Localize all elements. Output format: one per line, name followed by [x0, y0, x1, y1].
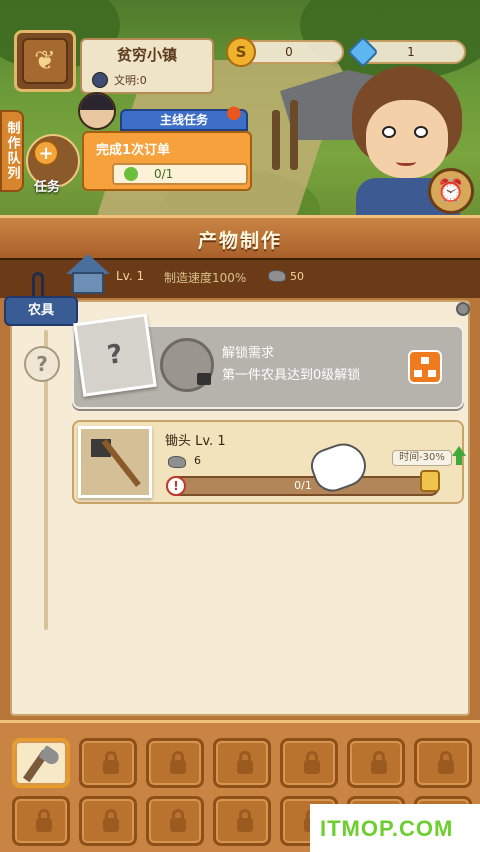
slot-axe[interactable]: [12, 738, 70, 788]
watermark: ITMOP.COM: [310, 804, 480, 852]
quest-avatar: [78, 92, 116, 130]
slot-locked[interactable]: [146, 796, 204, 846]
slot-locked[interactable]: [414, 738, 472, 788]
lock-body: [304, 760, 320, 774]
civilization-row: 文明:0: [92, 72, 147, 88]
unlock-tree-button[interactable]: [408, 350, 442, 384]
hoe-thumbnail: [78, 426, 152, 498]
stone-icon: [168, 456, 186, 468]
lock-body: [170, 760, 186, 774]
padlock-icon: [197, 373, 211, 385]
town-name: 贫穷小镇: [116, 46, 177, 64]
lock-body: [237, 760, 253, 774]
town-info-card[interactable]: 贫穷小镇 文明:0: [80, 38, 214, 94]
quest-progress: 0/1: [112, 163, 248, 185]
quest-title: 完成1次订单: [96, 143, 171, 158]
arrow-up-stem: [456, 455, 462, 465]
unlock-requirement-text: 第一件农具达到0级解锁: [222, 368, 361, 383]
production-queue-tab[interactable]: 制作队列: [0, 110, 24, 192]
lock-body: [237, 818, 253, 832]
civilization-value: 文明:0: [114, 74, 147, 87]
lock-body: [103, 818, 119, 832]
slot-locked[interactable]: [213, 796, 271, 846]
slot-locked[interactable]: [79, 796, 137, 846]
boost-icon[interactable]: [420, 470, 440, 492]
lock-body: [438, 760, 454, 774]
lock-body: [170, 818, 186, 832]
nail-icon: [456, 302, 470, 316]
lock-body: [371, 760, 387, 774]
watermark-text: ITMOP.COM: [320, 816, 454, 841]
unlock-requirement-title: 解锁需求: [222, 346, 275, 361]
slot-locked[interactable]: [213, 738, 271, 788]
hoe-name: 锄头 Lv. 1: [165, 434, 226, 449]
lock-body: [103, 760, 119, 774]
workshop-house-icon: [66, 254, 110, 296]
category-tab-farm-tools[interactable]: 农具: [4, 296, 78, 326]
hoe-progress-value: 0/1: [294, 479, 312, 492]
civilization-icon: [92, 72, 108, 88]
coin-counter[interactable]: S 0: [226, 37, 344, 67]
fence-post: [290, 100, 298, 170]
locked-tool-icon: [160, 338, 214, 392]
alarm-clock-icon[interactable]: ⏰: [428, 168, 474, 214]
help-question-icon[interactable]: ?: [24, 346, 60, 382]
slot-locked[interactable]: [347, 738, 405, 788]
leaf-icon: ❦: [22, 38, 68, 84]
stone-count: 50: [290, 270, 304, 283]
quest-progress-value: 0/1: [154, 167, 174, 181]
slot-locked[interactable]: [12, 796, 70, 846]
location-pin-icon: ●: [226, 102, 242, 123]
slot-locked[interactable]: [79, 738, 137, 788]
locked-item-thumbnail: ?: [73, 313, 157, 397]
main-quest-card[interactable]: 完成1次订单 0/1: [82, 131, 252, 191]
hoe-cost: 6: [194, 454, 201, 467]
slot-locked[interactable]: [280, 738, 338, 788]
task-label: 任务: [34, 180, 61, 195]
hoe-production-bar[interactable]: ! 0/1: [166, 476, 440, 496]
lock-body: [36, 818, 52, 832]
time-bonus-badge: 时间-30%: [392, 450, 452, 466]
workshop-level: Lv. 1: [116, 269, 145, 283]
slot-locked[interactable]: [146, 738, 204, 788]
plus-icon: +: [33, 140, 59, 166]
gem-value: 1: [407, 45, 415, 59]
production-speed: 制造速度100%: [164, 271, 247, 285]
coin-value: 0: [285, 45, 293, 59]
tag-hook: [32, 272, 44, 296]
stone-icon: [268, 270, 286, 282]
fence-post: [272, 110, 280, 170]
town-emblem-button[interactable]: ❦: [14, 30, 76, 92]
panel-title: 产物制作: [197, 230, 282, 252]
search-icon: [124, 167, 138, 181]
